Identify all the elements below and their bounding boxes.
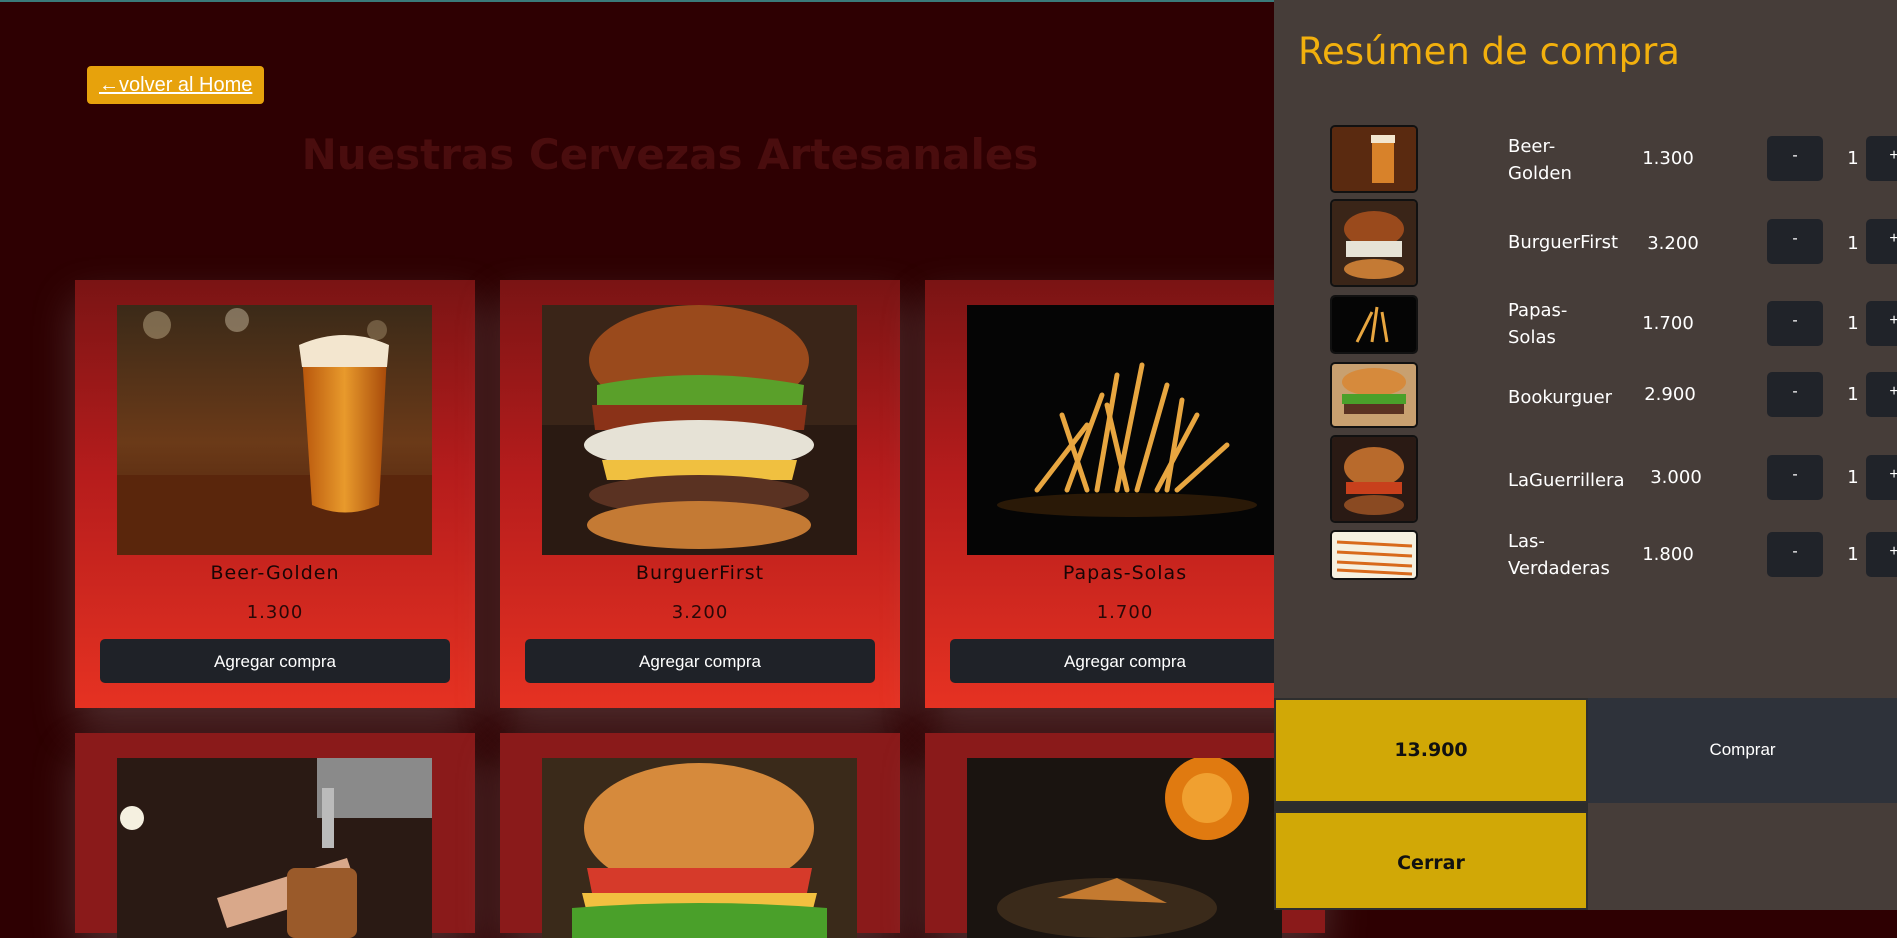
cart-item: Bookurguer 2.900 - 1 + [1330, 362, 1897, 428]
cart-item-price: 1.800 [1642, 544, 1694, 565]
cart-item-qty: 1 [1847, 313, 1859, 334]
decrease-qty-button[interactable]: - [1767, 301, 1823, 346]
product-card [925, 733, 1325, 938]
decrease-qty-button[interactable]: - [1767, 219, 1823, 264]
cart-total: 13.900 [1274, 698, 1588, 803]
cart-item-qty: 1 [1847, 467, 1859, 488]
product-name: Beer-Golden [210, 562, 340, 584]
increase-qty-button[interactable]: + [1866, 532, 1897, 577]
product-price: 3.200 [671, 602, 729, 623]
increase-qty-button[interactable]: + [1866, 219, 1897, 264]
product-card [500, 733, 900, 938]
cart-item-qty: 1 [1847, 148, 1859, 169]
product-card: Papas-Solas 1.700 Agregar compra [925, 280, 1325, 708]
cart-item-price: 3.200 [1647, 233, 1699, 254]
product-card: BurguerFirst 3.200 Agregar compra [500, 280, 900, 708]
cart-item: Las- Verdaderas 1.800 - 1 + [1330, 530, 1897, 584]
burger-image [542, 758, 857, 938]
cart-title: Resúmen de compra [1298, 30, 1680, 73]
cart-item-price: 2.900 [1644, 384, 1696, 405]
page-title: Nuestras Cervezas Artesanales [301, 130, 1039, 179]
product-card [75, 733, 475, 938]
product-card: Beer-Golden 1.300 Agregar compra [75, 280, 475, 708]
cart-item-thumbnail [1330, 125, 1418, 193]
cart-item-qty: 1 [1847, 384, 1859, 405]
beer-glass-image [117, 305, 432, 555]
decrease-qty-button[interactable]: - [1767, 372, 1823, 417]
add-to-cart-button[interactable]: Agregar compra [100, 639, 450, 683]
cart-item: LaGuerrillera 3.000 - 1 + [1330, 435, 1897, 523]
add-to-cart-button[interactable]: Agregar compra [525, 639, 875, 683]
cart-item-thumbnail [1330, 199, 1418, 287]
food-drink-image [967, 758, 1282, 938]
back-home-link[interactable]: ←volver al Home [87, 66, 265, 104]
beer-tap-image [117, 758, 432, 938]
burger-image [542, 305, 857, 555]
increase-qty-button[interactable]: + [1866, 301, 1897, 346]
decrease-qty-button[interactable]: - [1767, 136, 1823, 181]
cart-item-thumbnail [1330, 435, 1418, 523]
increase-qty-button[interactable]: + [1866, 372, 1897, 417]
decrease-qty-button[interactable]: - [1767, 532, 1823, 577]
close-cart-button[interactable]: Cerrar [1274, 811, 1588, 910]
cart-item-qty: 1 [1847, 544, 1859, 565]
increase-qty-button[interactable]: + [1866, 136, 1897, 181]
cart-item-price: 1.700 [1642, 313, 1694, 334]
divider [1274, 803, 1588, 811]
product-name: BurguerFirst [635, 562, 765, 584]
decrease-qty-button[interactable]: - [1767, 455, 1823, 500]
buy-button[interactable]: Comprar [1588, 698, 1897, 803]
cart-item: BurguerFirst 3.200 - 1 + [1330, 199, 1897, 289]
product-name: Papas-Solas [1062, 562, 1188, 584]
product-price: 1.300 [246, 602, 304, 623]
cart-item-thumbnail [1330, 295, 1418, 354]
add-to-cart-button[interactable]: Agregar compra [950, 639, 1300, 683]
fries-image [967, 305, 1282, 555]
cart-item-qty: 1 [1847, 233, 1859, 254]
cart-item: Beer- Golden 1.300 - 1 + [1330, 125, 1897, 193]
cart-item-thumbnail [1330, 362, 1418, 428]
product-price: 1.700 [1096, 602, 1154, 623]
cart-item-price: 3.000 [1650, 467, 1702, 488]
cart-item-thumbnail [1330, 530, 1418, 580]
cart-item: Papas- Solas 1.700 - 1 + [1330, 295, 1897, 355]
cart-item-name: BurguerFirst [1508, 232, 1619, 253]
cart-item-name: LaGuerrillera [1508, 470, 1625, 491]
cart-item-price: 1.300 [1642, 148, 1694, 169]
increase-qty-button[interactable]: + [1866, 455, 1897, 500]
